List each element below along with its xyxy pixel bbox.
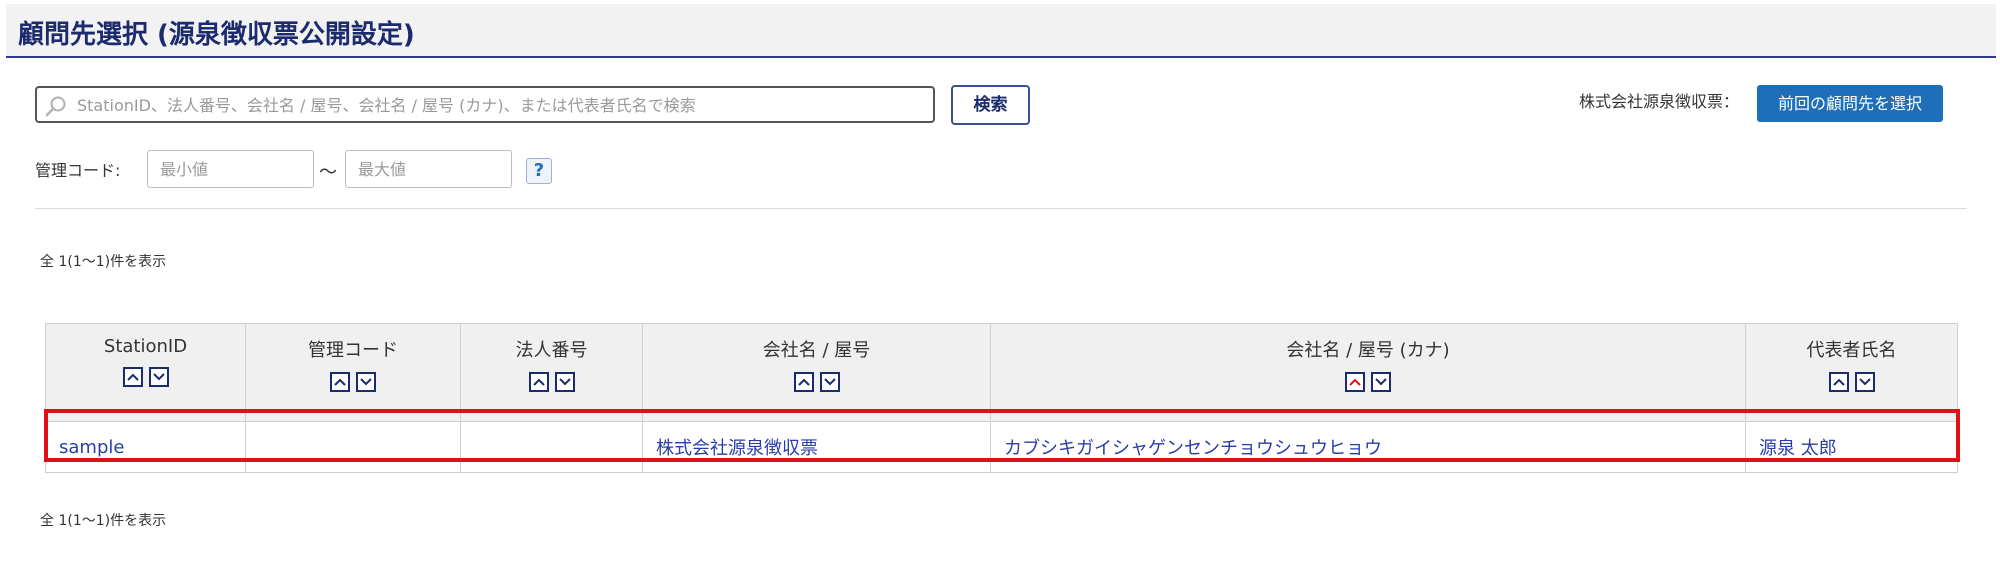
select-previous-client-button[interactable]: 前回の顧問先を選択	[1757, 85, 1943, 122]
column-header-corporate-number: 法人番号	[460, 323, 643, 422]
column-label: StationID	[103, 336, 188, 357]
divider	[35, 208, 1967, 209]
sort-ascending-icon[interactable]	[1345, 372, 1365, 392]
sort-descending-icon[interactable]	[1854, 372, 1875, 392]
sort-descending-icon[interactable]	[356, 372, 376, 392]
result-count-top: 全 1(1～1)件を表示	[40, 254, 167, 270]
sort-controls	[46, 367, 245, 387]
search-input[interactable]	[75, 91, 929, 120]
sort-controls	[1746, 372, 1957, 392]
search-icon	[45, 95, 67, 117]
previous-company-label: 株式会社源泉徴収票：	[1579, 92, 1740, 111]
column-label: 代表者氏名	[1806, 340, 1897, 361]
column-header-station-id: StationID	[45, 323, 246, 422]
sort-controls	[643, 372, 990, 392]
column-label: 法人番号	[515, 340, 588, 361]
sort-controls	[246, 372, 460, 392]
page-header: 顧問先選択 (源泉徴収票公開設定)	[6, 4, 1996, 58]
sort-controls	[461, 372, 642, 392]
management-code-max-input[interactable]	[345, 150, 512, 188]
search-button[interactable]: 検索	[951, 85, 1030, 125]
sort-ascending-icon[interactable]	[1828, 372, 1849, 392]
cell-corporate-number	[460, 421, 643, 473]
cell-representative[interactable]: 源泉 太郎	[1745, 421, 1958, 473]
sort-ascending-icon[interactable]	[122, 367, 143, 387]
page-title: 顧問先選択 (源泉徴収票公開設定)	[18, 20, 415, 50]
cell-station-id[interactable]: sample	[45, 421, 246, 473]
cell-company-name[interactable]: 株式会社源泉徴収票	[642, 421, 991, 473]
sort-descending-icon[interactable]	[148, 367, 169, 387]
sort-ascending-icon[interactable]	[330, 372, 350, 392]
sort-descending-icon[interactable]	[819, 372, 840, 392]
column-header-representative: 代表者氏名	[1745, 323, 1958, 422]
management-code-min-input[interactable]	[147, 150, 314, 188]
client-table: StationID 管理コード 法人番号 会社名 / 屋号 会社名 / 屋号 (…	[45, 323, 1958, 473]
sort-ascending-icon[interactable]	[528, 372, 549, 392]
result-count-bottom: 全 1(1～1)件を表示	[40, 513, 167, 529]
table-header-row: StationID 管理コード 法人番号 会社名 / 屋号 会社名 / 屋号 (…	[45, 323, 1958, 422]
column-label: 会社名 / 屋号	[762, 340, 871, 361]
sort-descending-icon[interactable]	[1371, 372, 1391, 392]
column-label: 会社名 / 屋号 (カナ)	[1286, 340, 1450, 361]
sort-controls	[991, 372, 1745, 392]
range-separator: ～	[319, 162, 337, 183]
cell-company-kana[interactable]: カブシキガイシャゲンセンチョウシュウヒョウ	[990, 421, 1746, 473]
sort-ascending-icon[interactable]	[793, 372, 814, 392]
cell-management-code	[245, 421, 461, 473]
sort-descending-icon[interactable]	[554, 372, 575, 392]
column-header-company-name: 会社名 / 屋号	[642, 323, 991, 422]
help-button[interactable]: ?	[526, 158, 552, 184]
column-header-management-code: 管理コード	[245, 323, 461, 422]
column-label: 管理コード	[308, 340, 398, 361]
table-row[interactable]: sample 株式会社源泉徴収票 カブシキガイシャゲンセンチョウシュウヒョウ 源…	[45, 421, 1958, 473]
search-box[interactable]	[35, 86, 935, 123]
management-code-label: 管理コード:	[35, 161, 121, 180]
column-header-company-kana: 会社名 / 屋号 (カナ)	[990, 323, 1746, 422]
